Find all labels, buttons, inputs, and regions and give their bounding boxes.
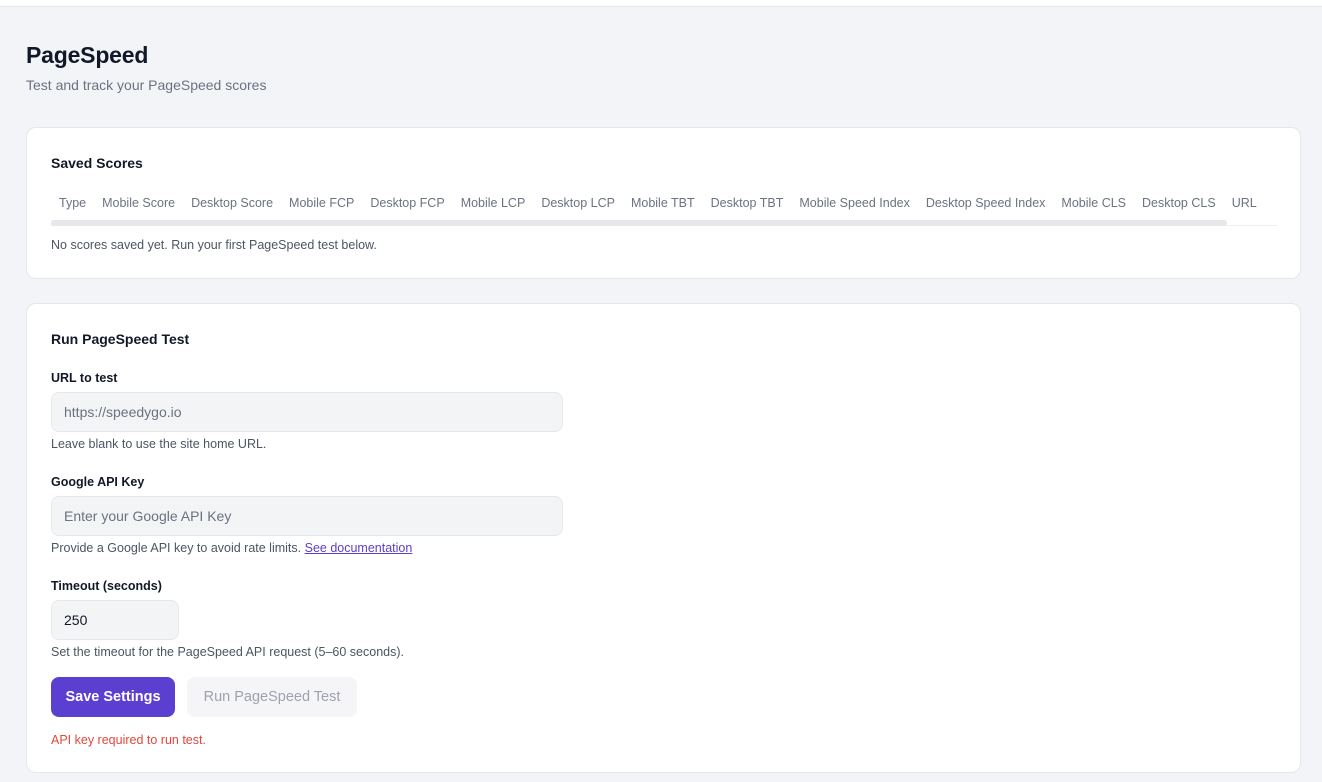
empty-scores-message: No scores saved yet. Run your first Page…	[51, 238, 377, 252]
timeout-help-text: Set the timeout for the PageSpeed API re…	[51, 645, 405, 659]
api-key-help-message: Provide a Google API key to avoid rate l…	[51, 541, 302, 555]
column-header-mobile-cls: Mobile CLS	[1061, 196, 1127, 210]
timeout-input[interactable]	[51, 600, 179, 640]
timeout-field-label: Timeout (seconds)	[51, 579, 162, 593]
column-header-desktop-score: Desktop Score	[191, 196, 274, 210]
run-test-title: Run PageSpeed Test	[51, 331, 190, 347]
url-input[interactable]	[51, 392, 563, 432]
column-header-desktop-speed-index: Desktop Speed Index	[925, 196, 1046, 210]
saved-scores-card: Saved Scores Type Mobile Score Desktop S…	[26, 127, 1301, 279]
page-title: PageSpeed	[26, 42, 149, 68]
url-field-label: URL to test	[51, 371, 118, 385]
api-key-help-text: Provide a Google API key to avoid rate l…	[51, 541, 412, 555]
column-header-mobile-score: Mobile Score	[102, 196, 176, 210]
api-key-error-message: API key required to run test.	[51, 733, 206, 747]
api-key-field-label: Google API Key	[51, 475, 145, 489]
run-test-card: Run PageSpeed Test URL to test Leave bla…	[26, 303, 1301, 773]
column-header-desktop-fcp: Desktop FCP	[370, 196, 445, 210]
column-header-type: Type	[59, 196, 87, 210]
saved-scores-title: Saved Scores	[51, 155, 143, 171]
save-settings-button[interactable]: Save Settings	[51, 677, 175, 717]
column-header-mobile-lcp: Mobile LCP	[460, 196, 526, 210]
api-key-input[interactable]	[51, 496, 563, 536]
run-pagespeed-test-button[interactable]: Run PageSpeed Test	[187, 677, 357, 717]
column-header-mobile-tbt: Mobile TBT	[630, 196, 695, 210]
url-help-text: Leave blank to use the site home URL.	[51, 437, 267, 451]
top-bar	[0, 0, 1322, 7]
documentation-link[interactable]: See documentation	[305, 541, 413, 555]
column-header-desktop-tbt: Desktop TBT	[710, 196, 784, 210]
column-header-desktop-cls: Desktop CLS	[1142, 196, 1216, 210]
column-header-desktop-lcp: Desktop LCP	[541, 196, 615, 210]
column-header-mobile-fcp: Mobile FCP	[289, 196, 355, 210]
column-header-url: URL	[1231, 196, 1257, 210]
column-header-mobile-speed-index: Mobile Speed Index	[799, 196, 910, 210]
table-horizontal-scrollbar[interactable]	[51, 220, 1227, 226]
page-subtitle: Test and track your PageSpeed scores	[26, 77, 267, 93]
